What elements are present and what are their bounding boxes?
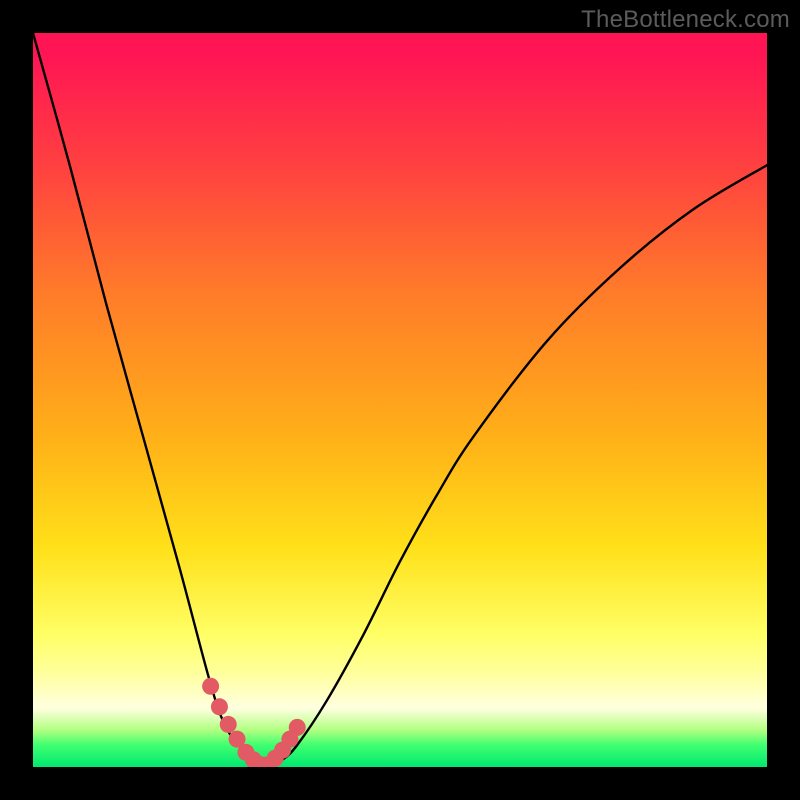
curve-layer (33, 33, 767, 767)
attribution-label: TheBottleneck.com (581, 6, 790, 34)
highlight-marker (202, 678, 219, 695)
highlight-marker (220, 716, 237, 733)
bottleneck-curve (33, 33, 767, 767)
highlight-marker (211, 698, 228, 715)
plot-area (33, 33, 767, 767)
highlight-marker (289, 719, 306, 736)
